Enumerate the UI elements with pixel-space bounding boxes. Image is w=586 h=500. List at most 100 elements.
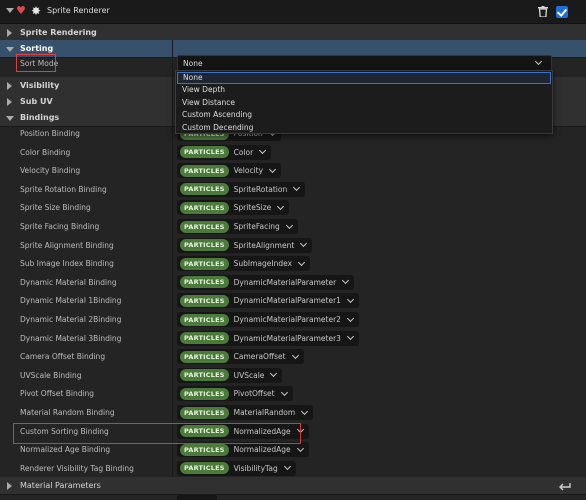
heart-icon: ♥ <box>16 4 26 17</box>
chevron-down-icon <box>283 463 291 471</box>
chevron-down-icon <box>300 240 308 248</box>
chevron-down-icon[interactable] <box>6 8 14 13</box>
expand-arrow-icon[interactable] <box>7 482 12 490</box>
binding-label: Normalized Age Binding <box>20 445 111 455</box>
binding-label: Material Random Binding <box>20 408 115 417</box>
chevron-down-icon <box>293 184 301 192</box>
binding-dropdown[interactable]: PARTICLES SubImageIndex <box>177 256 311 272</box>
sort-option-view-depth[interactable]: View Depth <box>177 84 551 96</box>
binding-value: CameraOffset <box>233 352 286 362</box>
binding-value: NormalizedAge <box>233 445 291 455</box>
sort-mode-value: None <box>183 59 203 68</box>
sort-option-view-distance[interactable]: View Distance <box>177 97 551 109</box>
particles-namespace-badge: PARTICLES <box>180 332 229 345</box>
binding-dropdown[interactable]: PARTICLES DynamicMaterialParameter2 <box>177 312 359 327</box>
binding-value: DynamicMaterialParameter2 <box>233 315 341 324</box>
chevron-down-icon <box>301 407 309 415</box>
sort-option-none[interactable]: None <box>177 72 551 84</box>
binding-label: Camera Offset Binding <box>20 352 106 362</box>
binding-label: Color Binding <box>20 147 71 157</box>
binding-value: VisibilityTag <box>233 463 278 473</box>
binding-label: Dynamic Material Binding <box>20 277 117 287</box>
chevron-down-icon <box>296 444 304 452</box>
sort-option-custom-ascending[interactable]: Custom Ascending <box>177 109 551 121</box>
binding-label: Dynamic Material 2Binding <box>20 315 122 324</box>
binding-label: Position Binding <box>20 129 80 138</box>
binding-dropdown[interactable]: PARTICLES SpriteRotation <box>177 181 306 197</box>
particles-namespace-badge: PARTICLES <box>180 257 229 270</box>
binding-row: Sprite Size Binding PARTICLES SpriteSize <box>0 198 586 217</box>
component-header[interactable]: ♥ ✸ Sprite Renderer <box>0 0 586 24</box>
binding-dropdown[interactable]: PARTICLES PivotOffset <box>177 386 293 402</box>
expand-arrow-icon[interactable] <box>7 98 12 106</box>
category-label: Material Parameters <box>20 481 101 490</box>
binding-dropdown[interactable]: PARTICLES DynamicMaterialParameter1 <box>177 293 359 309</box>
chevron-down-icon <box>270 370 278 378</box>
chevron-down-icon <box>534 57 543 66</box>
reset-arrow-icon[interactable] <box>558 481 572 491</box>
particles-namespace-badge: PARTICLES <box>180 443 229 456</box>
chevron-down-icon <box>342 277 350 285</box>
custom-sorting-highlight <box>13 423 301 444</box>
binding-row: Sprite Alignment Binding PARTICLES SpriteA… <box>0 236 586 255</box>
binding-dropdown[interactable]: PARTICLES NormalizedAge <box>177 442 309 458</box>
particles-namespace-badge: PARTICLES <box>180 201 229 214</box>
binding-dropdown[interactable]: PARTICLES DynamicMaterialParameter <box>177 274 355 290</box>
binding-value: MaterialRandom <box>233 408 296 417</box>
binding-value: Color <box>233 147 254 157</box>
binding-label: Sprite Alignment Binding <box>20 240 114 250</box>
binding-dropdown[interactable]: PARTICLES CameraOffset <box>177 349 304 365</box>
binding-label: Dynamic Material 3Binding <box>20 333 122 343</box>
sort-mode-dropdown[interactable]: None View Depth View Distance Custom Asc… <box>175 70 553 134</box>
binding-label: Renderer Visibility Tag Binding <box>20 463 134 473</box>
particles-namespace-badge: PARTICLES <box>180 406 229 419</box>
binding-dropdown[interactable]: PARTICLES MaterialRandom <box>177 405 314 420</box>
binding-label: Sprite Rotation Binding <box>20 184 107 194</box>
chevron-down-icon <box>291 351 299 359</box>
binding-value: SpriteAlignment <box>233 240 295 250</box>
binding-value: DynamicMaterialParameter1 <box>233 296 341 306</box>
particles-namespace-badge: PARTICLES <box>180 276 229 289</box>
checkbox-icon[interactable] <box>556 6 568 18</box>
sort-mode-combo[interactable]: None <box>177 55 552 71</box>
chevron-down-icon <box>346 333 354 341</box>
category-material-parameters[interactable]: Material Parameters <box>0 477 586 495</box>
binding-dropdown[interactable]: PARTICLES UVScale <box>177 367 283 383</box>
binding-row: Sub Image Index Binding PARTICLES SubImage… <box>0 254 586 273</box>
chevron-down-icon <box>277 202 285 210</box>
sort-option-custom-decending[interactable]: Custom Decending <box>177 122 551 134</box>
sort-mode-highlight <box>16 54 56 72</box>
binding-label: Dynamic Material 1Binding <box>20 296 122 306</box>
binding-row: Sprite Rotation Binding PARTICLES SpriteRo… <box>0 180 586 199</box>
binding-value: DynamicMaterialParameter3 <box>233 333 341 343</box>
binding-row: Sprite Facing Binding PARTICLES SpriteFaci… <box>0 217 586 236</box>
binding-dropdown[interactable]: PARTICLES VisibilityTag <box>177 460 296 476</box>
expand-arrow-icon[interactable] <box>7 82 12 90</box>
chevron-down-icon <box>285 221 293 229</box>
binding-dropdown[interactable]: PARTICLES DynamicMaterialParameter3 <box>177 330 359 346</box>
binding-row: Dynamic Material 2Binding PARTICLES Dynami… <box>0 310 586 329</box>
binding-value: SpriteRotation <box>233 184 288 194</box>
binding-row: Velocity Binding PARTICLES Velocity <box>0 161 586 180</box>
particles-namespace-badge: PARTICLES <box>180 239 229 252</box>
binding-dropdown[interactable]: PARTICLES Velocity <box>177 163 282 179</box>
binding-value: DynamicMaterialParameter <box>233 277 337 287</box>
chevron-down-icon <box>280 388 288 396</box>
material-parameters-field[interactable] <box>177 495 217 500</box>
binding-label: Sprite Facing Binding <box>20 222 100 231</box>
category-label: Sorting <box>20 44 54 53</box>
expand-arrow-icon[interactable] <box>7 29 12 37</box>
category-label: Sprite Rendering <box>20 28 97 37</box>
binding-dropdown[interactable]: PARTICLES Color <box>177 144 272 160</box>
category-label: Visibility <box>20 81 60 90</box>
binding-row: Pivot Offset Binding PARTICLES PivotOffset <box>0 384 586 403</box>
binding-label: Sprite Size Binding <box>20 203 91 213</box>
collapse-arrow-icon[interactable] <box>6 47 14 52</box>
collapse-arrow-icon[interactable] <box>6 116 14 121</box>
trash-icon[interactable] <box>538 6 548 17</box>
binding-row: Camera Offset Binding PARTICLES CameraOffs… <box>0 347 586 366</box>
binding-dropdown[interactable]: PARTICLES SpriteAlignment <box>177 237 313 253</box>
particles-namespace-badge: PARTICLES <box>180 462 229 475</box>
binding-dropdown[interactable]: PARTICLES SpriteSize <box>177 200 290 216</box>
binding-dropdown[interactable]: PARTICLES SpriteFacing <box>177 219 298 234</box>
